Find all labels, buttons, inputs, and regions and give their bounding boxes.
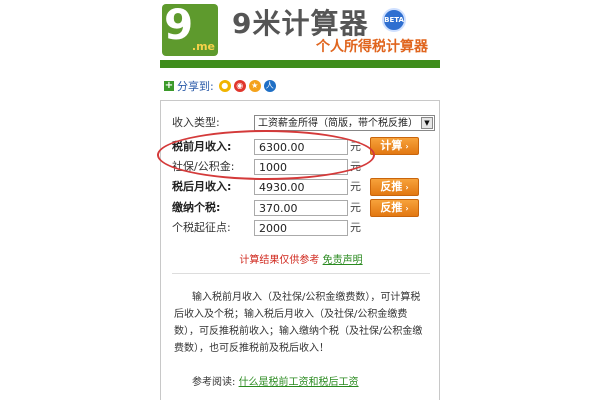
threshold-label: 个税起征点: (172, 221, 231, 234)
reverse-tax-button[interactable]: 反推 › (370, 199, 419, 217)
income-type-label: 收入类型: (172, 116, 220, 129)
social-input[interactable]: 1000 (254, 159, 348, 175)
qq-icon[interactable]: ● (218, 80, 231, 92)
income-type-value: 工资薪金所得（简版，带个税反推） (258, 118, 418, 129)
app-logo: 9米 .me (162, 4, 218, 56)
divider (172, 273, 430, 274)
pre-tax-unit: 元 (350, 140, 361, 153)
share-label: 分享到: (177, 80, 214, 93)
after-tax-input[interactable]: 4930.00 (254, 179, 348, 195)
calculator-panel: 收入类型: 工资薪金所得（简版，带个税反推） ▼ 税前月收入: 6300.00 … (160, 100, 440, 400)
app-subtitle: 个人所得税计算器 (316, 39, 428, 55)
chevron-right-icon: › (405, 142, 409, 151)
after-tax-label: 税后月收入: (172, 180, 232, 193)
plus-icon[interactable]: + (164, 81, 174, 91)
reverse-after-tax-button[interactable]: 反推 › (370, 178, 419, 196)
threshold-unit: 元 (350, 221, 361, 234)
share-bar: + 分享到: ● ◉ ★ 人 (164, 78, 276, 94)
chevron-down-icon[interactable]: ▼ (421, 117, 433, 129)
description-text: 输入税前月收入（及社保/公积金缴费数），可计算税后收入及个税；输入税后月收入（及… (174, 292, 423, 354)
reference-link[interactable]: 什么是税前工资和税后工资 (239, 377, 359, 388)
reference-reading: 参考阅读: 什么是税前工资和税后工资 (192, 373, 359, 388)
income-type-select[interactable]: 工资薪金所得（简版，带个税反推） ▼ (254, 115, 435, 131)
reverse-button-label: 反推 (380, 180, 403, 193)
tax-unit: 元 (350, 201, 361, 214)
renren-icon[interactable]: 人 (263, 80, 276, 92)
threshold-input[interactable]: 2000 (254, 220, 348, 236)
disclaimer-link[interactable]: 免责声明 (323, 255, 363, 266)
calculate-button[interactable]: 计算 › (370, 137, 419, 155)
calculate-button-label: 计算 (380, 139, 403, 152)
chevron-right-icon: › (405, 183, 409, 192)
logo-sub-text: .me (191, 40, 215, 53)
disclaimer-note: 计算结果仅供参考 免责声明 (161, 251, 441, 266)
after-tax-unit: 元 (350, 180, 361, 193)
reference-label: 参考阅读: (192, 377, 236, 388)
tax-input[interactable]: 370.00 (254, 200, 348, 216)
pre-tax-label: 税前月收入: (172, 140, 232, 153)
qzone-icon[interactable]: ★ (248, 80, 261, 92)
social-label: 社保/公积金: (172, 160, 235, 173)
pre-tax-input[interactable]: 6300.00 (254, 139, 348, 155)
weibo-icon[interactable]: ◉ (233, 80, 246, 92)
disclaimer-text: 计算结果仅供参考 (239, 255, 320, 266)
reverse-button-label: 反推 (380, 201, 403, 214)
header-divider-bar (160, 60, 440, 68)
chevron-right-icon: › (405, 204, 409, 213)
beta-badge: BETA (382, 8, 406, 32)
social-unit: 元 (350, 160, 361, 173)
tax-label: 缴纳个税: (172, 201, 221, 214)
